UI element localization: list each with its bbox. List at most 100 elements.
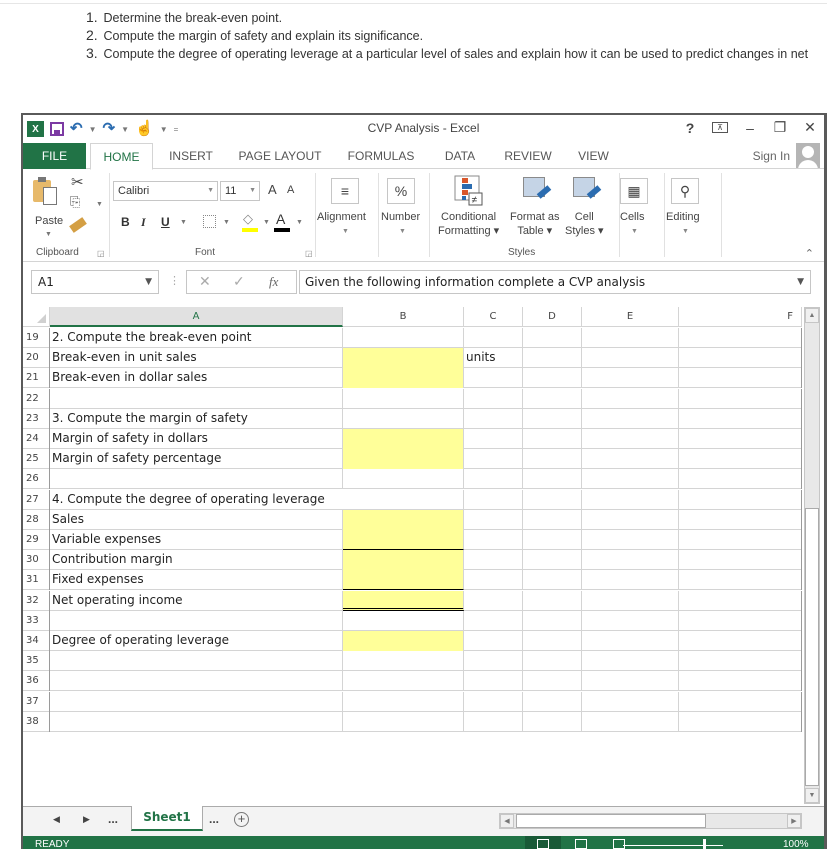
cancel-icon[interactable]: ✕ <box>199 273 211 290</box>
restore-button[interactable]: ❐ <box>772 119 788 136</box>
cell-f23[interactable] <box>679 408 802 429</box>
ribbon-display-options-button[interactable]: ⊼ <box>712 122 728 133</box>
next-sheet-icon[interactable]: ▶ <box>83 814 90 825</box>
cell-c34[interactable] <box>464 631 523 651</box>
column-header-b[interactable]: B <box>343 307 464 327</box>
cell-c19[interactable] <box>464 328 523 348</box>
cell-c37[interactable] <box>464 691 523 712</box>
column-header-f[interactable]: F <box>679 307 802 327</box>
cell-a34[interactable]: Degree of operating leverage <box>50 631 343 651</box>
cell-a33[interactable] <box>50 610 343 631</box>
cell-c36[interactable] <box>464 671 523 692</box>
zoom-slider-thumb[interactable] <box>703 839 706 849</box>
sign-in-link[interactable]: Sign In <box>753 149 790 163</box>
cell-e36[interactable] <box>582 671 679 692</box>
cell-b21[interactable] <box>343 368 464 389</box>
row-header[interactable]: 22 <box>23 388 50 409</box>
cell-f27[interactable] <box>679 489 802 510</box>
enter-icon[interactable]: ✓ <box>233 273 245 290</box>
row-header[interactable]: 34 <box>23 631 50 651</box>
page-break-view-button[interactable] <box>601 836 637 849</box>
row-header[interactable]: 33 <box>23 610 50 631</box>
cell-styles-icon[interactable] <box>573 177 603 205</box>
row-header[interactable]: 30 <box>23 550 50 571</box>
row-header[interactable]: 19 <box>23 328 50 348</box>
cell-a29[interactable]: Variable expenses <box>50 530 343 550</box>
cell-b36[interactable] <box>343 671 464 692</box>
fill-color-dropdown-icon[interactable]: ▼ <box>263 219 270 226</box>
formula-input[interactable]: Given the following information complete… <box>299 270 811 294</box>
tab-home[interactable]: HOME <box>90 143 153 170</box>
cell-b19[interactable] <box>343 328 464 348</box>
row-header[interactable]: 31 <box>23 570 50 591</box>
cell-b30[interactable] <box>343 550 464 571</box>
sheet-tab-sheet1[interactable]: Sheet1 <box>131 806 203 831</box>
cell-e35[interactable] <box>582 651 679 672</box>
format-as-table-button[interactable]: Format as Table ▾ <box>510 210 560 238</box>
number-format-icon[interactable]: % <box>387 178 415 204</box>
zoom-level[interactable]: 100% <box>783 839 809 849</box>
page-layout-view-button[interactable] <box>563 836 599 849</box>
vertical-scroll-thumb[interactable] <box>805 508 819 786</box>
cell-e27[interactable] <box>582 489 679 510</box>
cell-f36[interactable] <box>679 671 802 692</box>
zoom-slider[interactable] <box>623 845 723 846</box>
increase-font-size-button[interactable]: A <box>268 182 277 197</box>
borders-icon[interactable] <box>203 215 216 228</box>
cell-f34[interactable] <box>679 631 802 651</box>
column-header-d[interactable]: D <box>523 307 582 327</box>
cell-c22[interactable] <box>464 388 523 409</box>
cell-d26[interactable] <box>523 469 582 490</box>
cell-styles-button[interactable]: Cell Styles ▾ <box>565 210 604 238</box>
cell-c35[interactable] <box>464 651 523 672</box>
cell-a28[interactable]: Sales <box>50 509 343 530</box>
paste-button[interactable]: Paste <box>35 215 63 227</box>
cell-a23[interactable]: 3. Compute the margin of safety <box>50 408 343 429</box>
cell-b35[interactable] <box>343 651 464 672</box>
cell-e32[interactable] <box>582 590 679 611</box>
cell-d25[interactable] <box>523 449 582 470</box>
cell-e34[interactable] <box>582 631 679 651</box>
cell-f21[interactable] <box>679 368 802 389</box>
cell-e29[interactable] <box>582 530 679 550</box>
cell-d30[interactable] <box>523 550 582 571</box>
cell-c25[interactable] <box>464 449 523 470</box>
add-sheet-icon[interactable]: + <box>234 812 249 827</box>
cell-b23[interactable] <box>343 408 464 429</box>
cell-b26[interactable] <box>343 469 464 490</box>
cell-c23[interactable] <box>464 408 523 429</box>
cell-e22[interactable] <box>582 388 679 409</box>
cell-a22[interactable] <box>50 388 343 409</box>
cell-a30[interactable]: Contribution margin <box>50 550 343 571</box>
cell-e26[interactable] <box>582 469 679 490</box>
cell-f19[interactable] <box>679 328 802 348</box>
conditional-formatting-button[interactable]: Conditional Formatting ▾ <box>438 210 499 238</box>
cell-a37[interactable] <box>50 691 343 712</box>
cell-f32[interactable] <box>679 590 802 611</box>
row-header[interactable]: 24 <box>23 429 50 449</box>
cell-f29[interactable] <box>679 530 802 550</box>
editing-button[interactable]: Editing <box>666 210 700 224</box>
name-box[interactable]: A1 ▼ <box>31 270 159 294</box>
cell-e37[interactable] <box>582 691 679 712</box>
cell-a38[interactable] <box>50 711 343 732</box>
cell-b25[interactable] <box>343 449 464 470</box>
horizontal-scrollbar[interactable]: ◀ ▶ <box>499 813 802 829</box>
cell-d32[interactable] <box>523 590 582 611</box>
cell-b20[interactable] <box>343 348 464 369</box>
find-binoculars-icon[interactable]: ⚲ <box>671 178 699 204</box>
editing-dropdown-icon[interactable]: ▼ <box>682 228 689 235</box>
cell-b33[interactable] <box>343 610 464 631</box>
cell-d22[interactable] <box>523 388 582 409</box>
cell-d29[interactable] <box>523 530 582 550</box>
insert-function-icon[interactable]: fx <box>269 274 278 290</box>
cell-a19[interactable]: 2. Compute the break-even point <box>50 328 343 348</box>
cell-b27[interactable] <box>343 489 464 510</box>
cell-a35[interactable] <box>50 651 343 672</box>
cell-f31[interactable] <box>679 570 802 591</box>
row-header[interactable]: 25 <box>23 449 50 470</box>
tab-insert[interactable]: INSERT <box>161 143 221 169</box>
cell-e30[interactable] <box>582 550 679 571</box>
cell-b24[interactable] <box>343 429 464 449</box>
row-header[interactable]: 28 <box>23 509 50 530</box>
